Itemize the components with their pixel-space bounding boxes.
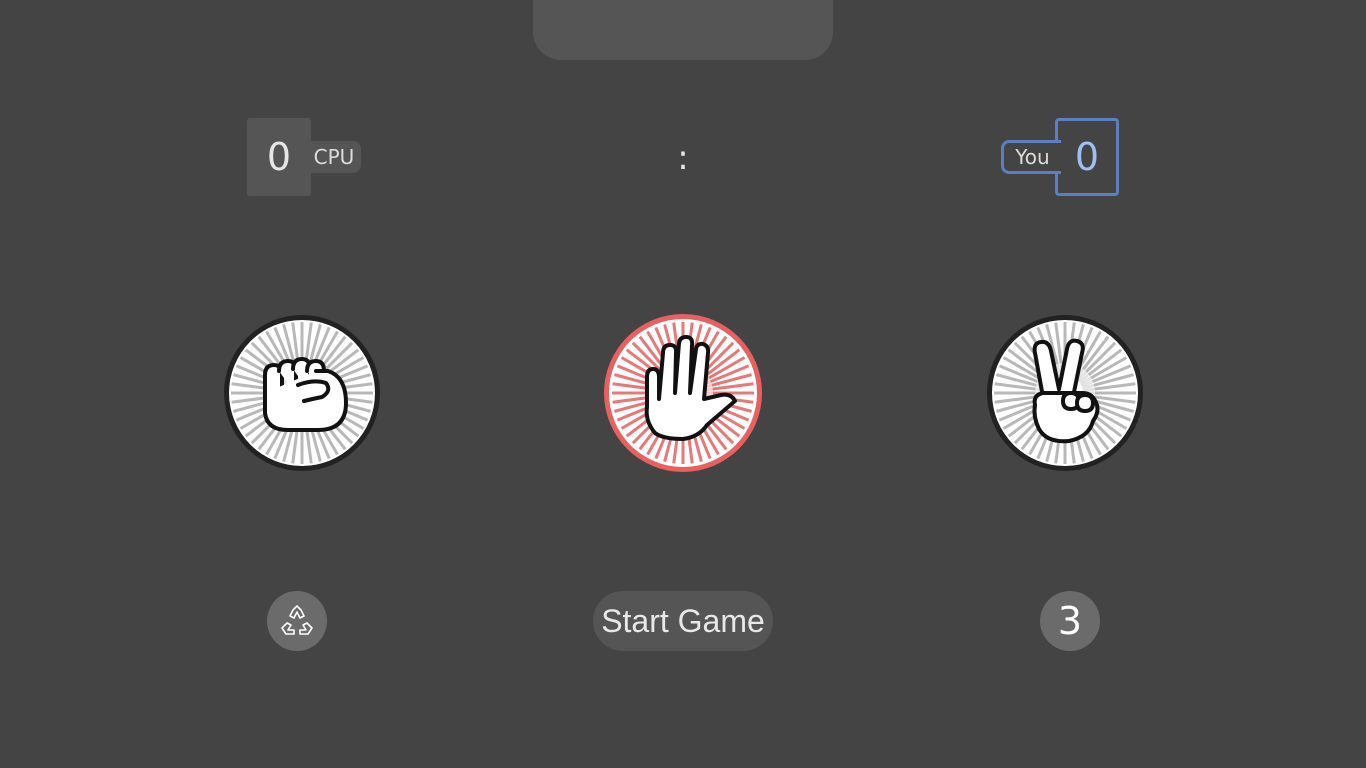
cpu-score: 0 — [247, 118, 311, 196]
you-score: 0 — [1055, 118, 1119, 196]
peace-sign-icon — [987, 315, 1143, 471]
fist-icon — [224, 315, 380, 471]
start-game-button[interactable]: Start Game — [593, 591, 773, 651]
cpu-label: CPU — [307, 141, 361, 173]
scissors-button[interactable] — [985, 313, 1145, 473]
reset-button[interactable] — [267, 591, 327, 651]
you-label: You — [1001, 140, 1061, 174]
open-hand-icon — [604, 314, 762, 472]
game-screen: 0 CPU : You 0 Start Game 3 — [0, 0, 1366, 768]
paper-button[interactable] — [603, 313, 763, 473]
rock-button[interactable] — [222, 313, 382, 473]
score-separator: : — [677, 138, 689, 178]
recycle-icon — [281, 605, 313, 635]
rounds-counter: 3 — [1040, 591, 1100, 651]
top-panel — [533, 0, 833, 60]
